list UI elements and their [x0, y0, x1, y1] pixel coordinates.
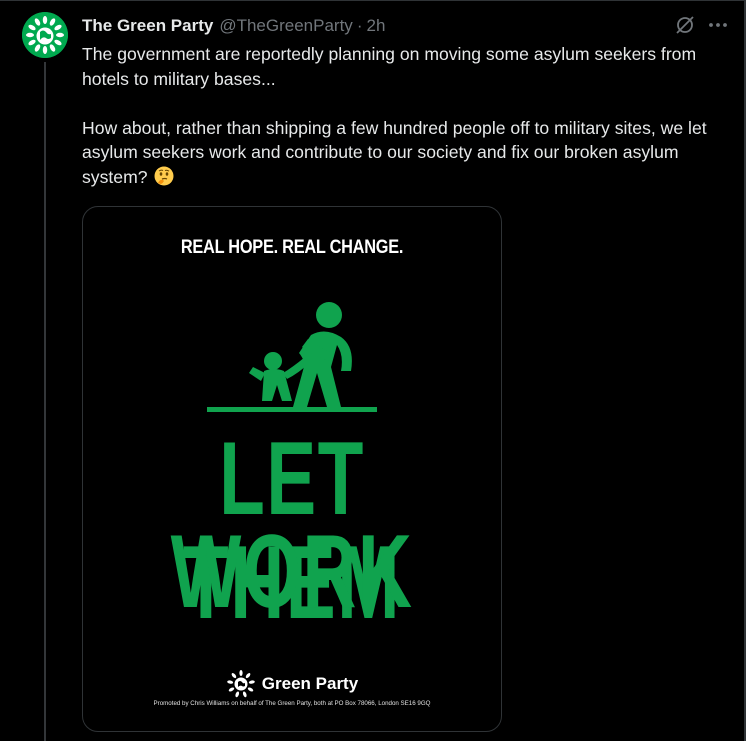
thread-connector-line [44, 62, 46, 741]
display-name[interactable]: The Green Party [82, 16, 213, 36]
tweet-paragraph-2-text: How about, rather than shipping a few hu… [82, 117, 707, 187]
separator-dot: · [356, 16, 363, 35]
poster-brand-name: Green Party [261, 674, 359, 693]
tweet-text: The government are reportedly planning o… [82, 42, 732, 189]
tweet-paragraph-2: How about, rather than shipping a few hu… [82, 116, 732, 190]
green-party-logo-icon [226, 670, 255, 698]
green-party-logo-icon [22, 12, 68, 58]
tweet-paragraph-1: The government are reportedly planning o… [82, 44, 697, 89]
grok-icon[interactable] [674, 14, 696, 36]
thinking-face-emoji-icon [154, 166, 174, 185]
media-image-card[interactable]: REAL HOPE. REAL CHANGE. LET THEM WORK Gr… [82, 206, 502, 732]
more-options-icon[interactable] [706, 14, 730, 36]
poster-imprint: Promoted by Chris Williams on behalf of … [153, 700, 431, 707]
avatar[interactable] [22, 12, 68, 58]
adult-helping-child-icon [207, 302, 377, 412]
top-divider [0, 0, 746, 1]
poster-brand: Green Party [83, 669, 501, 699]
poster-tagline: REAL HOPE. REAL CHANGE. [180, 237, 404, 258]
user-handle[interactable]: @TheGreenParty [219, 16, 352, 36]
poster-headline-line2: WORK [170, 514, 414, 630]
timestamp[interactable]: 2h [366, 16, 385, 36]
tweet-header: The Green Party @TheGreenParty · 2h [82, 14, 385, 38]
